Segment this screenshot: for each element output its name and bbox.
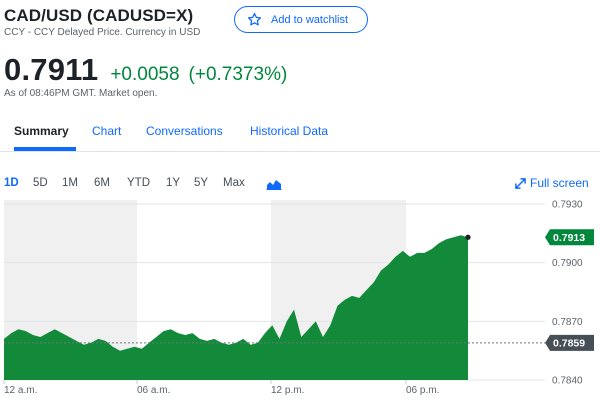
range-1y[interactable]: 1Y xyxy=(166,177,180,189)
x-tick-label-2: 12 p.m. xyxy=(271,385,304,396)
y-tick-label-3: 0.7840 xyxy=(552,376,583,387)
mountain-chart-icon[interactable] xyxy=(266,178,282,190)
price-badges: 0.7913 0.7859 xyxy=(545,229,594,351)
y-axis: 0.7930 0.7900 0.7870 0.7840 xyxy=(552,200,583,387)
full-screen-label: Full screen xyxy=(530,176,589,190)
range-1d[interactable]: 1D xyxy=(4,177,19,189)
tab-conversations[interactable]: Conversations xyxy=(146,124,223,138)
time-range-selector: 1D 5D 1M 6M YTD 1Y 5Y Max Full screen xyxy=(0,174,600,194)
quote-tabs: Summary Chart Conversations Historical D… xyxy=(0,118,600,152)
range-6m[interactable]: 6M xyxy=(94,177,110,189)
tab-summary[interactable]: Summary xyxy=(14,124,69,138)
range-5y[interactable]: 5Y xyxy=(194,177,208,189)
current-price-badge-label: 0.7913 xyxy=(553,232,585,244)
y-tick-label-1: 0.7900 xyxy=(552,258,583,269)
price-chart[interactable]: 0.79300.79000.78700.7840 12 a.m. 06 a.m. 1… xyxy=(0,196,600,400)
tab-chart[interactable]: Chart xyxy=(92,124,121,138)
price-change-percent: (+0.7373%) xyxy=(188,64,288,85)
watchlist-label: Add to watchlist xyxy=(271,13,349,26)
previous-close-badge: 0.7859 xyxy=(545,334,594,351)
last-price-point xyxy=(465,234,471,240)
tab-historical-data[interactable]: Historical Data xyxy=(250,124,328,138)
range-1m[interactable]: 1M xyxy=(62,177,78,189)
x-tick-label-1: 06 a.m. xyxy=(137,385,170,396)
star-icon xyxy=(247,12,262,26)
as-of-timestamp: As of 08:46PM GMT. Market open. xyxy=(4,88,158,99)
previous-close-badge-label: 0.7859 xyxy=(553,338,585,350)
x-tick-label-0: 12 a.m. xyxy=(4,385,37,396)
quote-header: CAD/USD (CADUSD=X) CCY - CCY Delayed Pri… xyxy=(4,2,596,112)
range-max[interactable]: Max xyxy=(223,177,245,189)
price-row: 0.7911 +0.0058 (+0.7373%) xyxy=(4,52,287,88)
x-axis: 12 a.m. 06 a.m. 12 p.m. 06 p.m. xyxy=(3,380,439,396)
page-title: CAD/USD (CADUSD=X) xyxy=(4,6,194,25)
expand-icon xyxy=(515,177,526,189)
y-tick-label-2: 0.7870 xyxy=(552,317,583,328)
add-to-watchlist-button[interactable]: Add to watchlist xyxy=(234,6,368,33)
price-change: +0.0058 xyxy=(110,64,180,85)
x-tick-label-3: 06 p.m. xyxy=(406,385,439,396)
range-5d[interactable]: 5D xyxy=(33,177,48,189)
current-price-badge: 0.7913 xyxy=(545,229,594,246)
full-screen-button[interactable]: Full screen xyxy=(515,176,589,190)
active-tab-indicator xyxy=(14,147,76,151)
current-price: 0.7911 xyxy=(4,52,99,87)
y-tick-label-0: 0.7930 xyxy=(552,200,583,211)
price-subtitle: CCY - CCY Delayed Price. Currency in USD xyxy=(4,27,201,38)
range-ytd[interactable]: YTD xyxy=(127,177,150,189)
